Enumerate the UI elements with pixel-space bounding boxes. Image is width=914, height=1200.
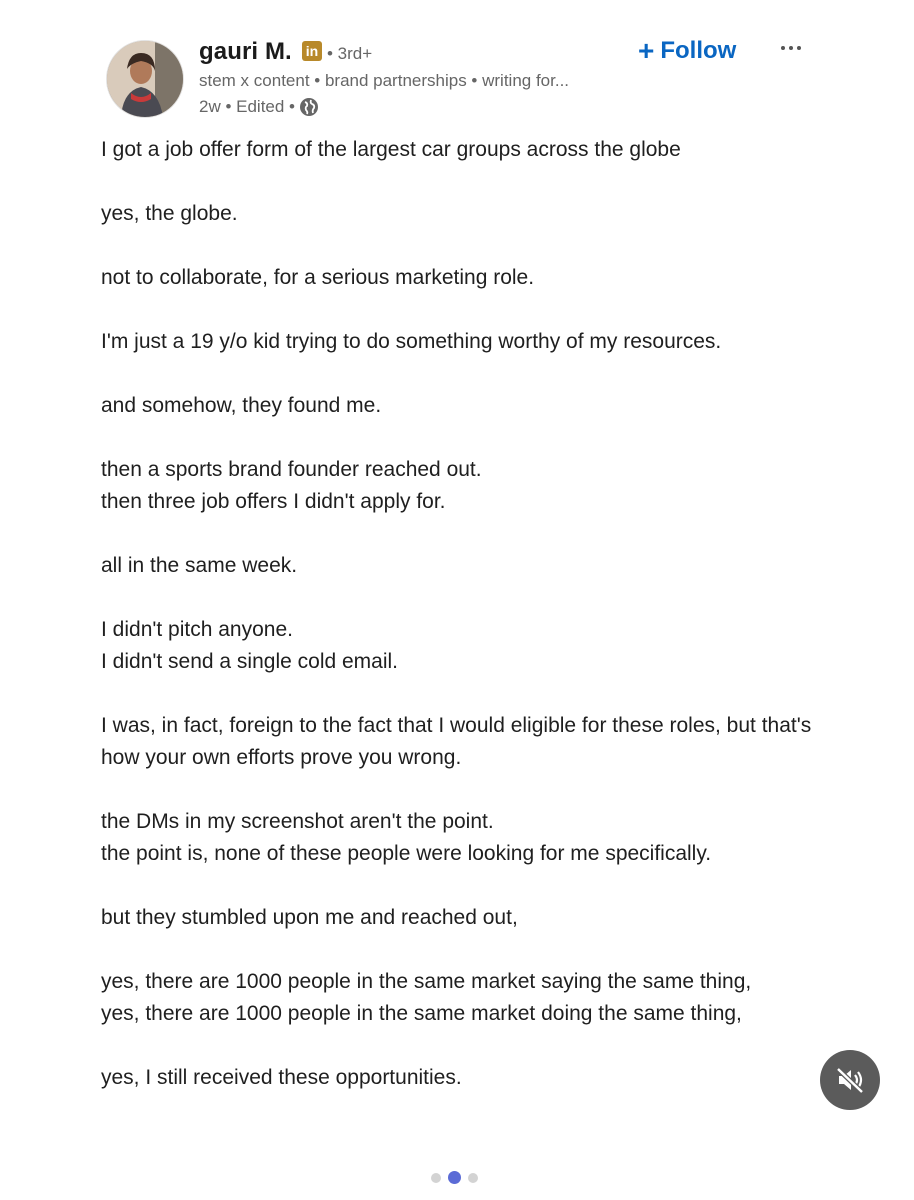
- follow-label: Follow: [660, 37, 737, 64]
- post-paragraph: the DMs in my screenshot aren't the poin…: [101, 810, 712, 865]
- post-paragraph: I didn't pitch anyone. I didn't send a s…: [101, 618, 399, 673]
- post-paragraph: but they stumbled upon me and reached ou…: [101, 906, 518, 929]
- carousel-dot[interactable]: [448, 1171, 461, 1184]
- post-paragraph: and somehow, they found me.: [101, 394, 382, 417]
- avatar[interactable]: [106, 40, 184, 118]
- post-paragraph: I'm just a 19 y/o kid trying to do somet…: [101, 330, 722, 353]
- connection-degree: • 3rd+: [327, 44, 373, 63]
- globe-icon: [299, 97, 319, 117]
- post-paragraph: yes, the globe.: [101, 202, 238, 225]
- avatar-photo: [107, 41, 183, 117]
- speaker-muted-icon: [836, 1067, 864, 1094]
- post-body: I got a job offer form of the largest ca…: [101, 134, 831, 1126]
- carousel-pager: [431, 1171, 478, 1184]
- post-paragraph: yes, I still received these opportunitie…: [101, 1066, 462, 1089]
- carousel-dot[interactable]: [431, 1172, 441, 1183]
- ellipsis-icon[interactable]: [776, 36, 806, 60]
- linkedin-premium-badge-icon: in: [302, 41, 322, 61]
- post-paragraph: I got a job offer form of the largest ca…: [101, 138, 681, 161]
- post-timestamp: 2w • Edited •: [199, 97, 296, 116]
- plus-icon: +: [638, 35, 655, 66]
- author-name[interactable]: gauri M.: [199, 38, 292, 66]
- post-header: gauri M. in • 3rd+ stem x content • bran…: [0, 0, 914, 130]
- post-paragraph: I was, in fact, foreign to the fact that…: [101, 714, 812, 769]
- post-paragraph: not to collaborate, for a serious market…: [101, 266, 535, 289]
- post-paragraph: then a sports brand founder reached out.…: [101, 458, 482, 513]
- follow-button[interactable]: + Follow: [638, 34, 736, 68]
- mute-button[interactable]: [820, 1050, 880, 1110]
- post-paragraph: all in the same week.: [101, 554, 298, 577]
- post-meta: 2w • Edited •: [199, 96, 319, 118]
- post-paragraph: yes, there are 1000 people in the same m…: [101, 970, 752, 1025]
- author-headline: stem x content • brand partnerships • wr…: [199, 71, 570, 90]
- carousel-dot[interactable]: [468, 1172, 478, 1183]
